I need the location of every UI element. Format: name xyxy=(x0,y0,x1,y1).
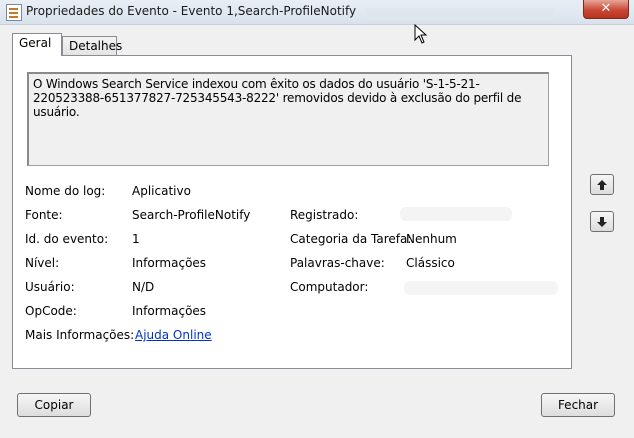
keywords-value: Clássico xyxy=(406,256,455,270)
user-label: Usuário: xyxy=(25,280,75,294)
copy-button[interactable]: Copiar xyxy=(17,393,91,417)
computer-label: Computador: xyxy=(290,280,369,294)
close-window-button[interactable]: ✕ xyxy=(583,0,629,19)
mouse-cursor-icon xyxy=(414,24,428,44)
user-value: N/D xyxy=(132,280,155,294)
task-category-value: Nenhum xyxy=(406,232,457,246)
tab-detalhes[interactable]: Detalhes xyxy=(62,36,122,56)
level-value: Informações xyxy=(132,256,207,270)
event-id-label: Id. do evento: xyxy=(25,232,109,246)
event-id-value: 1 xyxy=(132,232,140,246)
more-info-label: Mais Informações: xyxy=(25,328,135,342)
keywords-label: Palavras-chave: xyxy=(290,256,385,270)
event-description[interactable]: O Windows Search Service indexou com êxi… xyxy=(27,72,549,166)
window-title: Propriedades do Evento - Evento 1,Search… xyxy=(26,4,357,18)
event-viewer-icon xyxy=(6,4,22,21)
logged-redacted-area xyxy=(400,207,512,221)
log-name-value: Aplicativo xyxy=(132,184,191,198)
opcode-label: OpCode: xyxy=(25,304,77,318)
logged-label: Registrado: xyxy=(290,208,359,222)
arrow-up-icon xyxy=(597,180,607,190)
previous-event-button[interactable] xyxy=(590,174,614,195)
close-button[interactable]: Fechar xyxy=(541,393,615,417)
level-label: Nível: xyxy=(25,256,60,270)
online-help-link[interactable]: Ajuda Online xyxy=(135,328,212,342)
source-value: Search-ProfileNotify xyxy=(132,208,251,222)
title-bar-background-blur xyxy=(365,8,555,20)
computer-redacted-area xyxy=(404,281,558,295)
title-bar[interactable]: Propriedades do Evento - Evento 1,Search… xyxy=(0,0,634,25)
arrow-down-icon xyxy=(597,217,607,227)
event-properties-window: Propriedades do Evento - Evento 1,Search… xyxy=(0,0,634,438)
task-category-label: Categoria da Tarefa: xyxy=(290,232,412,246)
log-name-label: Nome do log: xyxy=(25,184,106,198)
next-event-button[interactable] xyxy=(590,211,614,232)
tab-geral[interactable]: Geral xyxy=(12,33,62,56)
opcode-value: Informações xyxy=(132,304,207,318)
source-label: Fonte: xyxy=(25,208,63,222)
